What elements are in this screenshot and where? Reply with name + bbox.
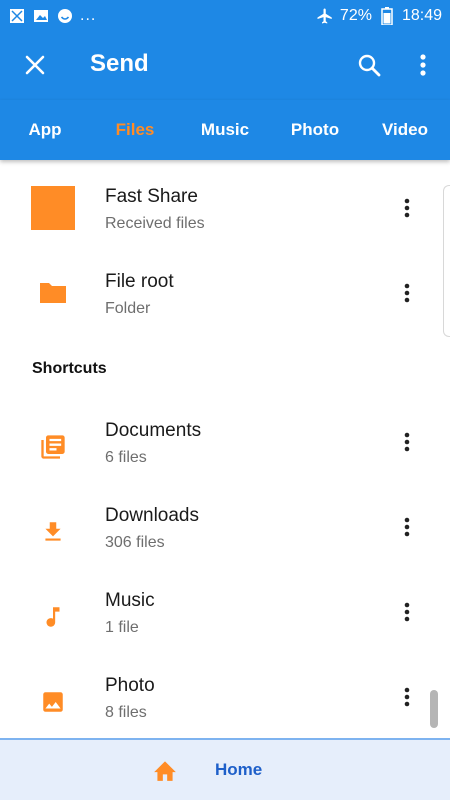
image-icon	[32, 7, 50, 25]
item-title: Documents	[105, 420, 202, 441]
item-menu-button[interactable]	[394, 677, 420, 717]
list-item-photo[interactable]: Photo 8 files	[0, 660, 450, 738]
folder-icon	[31, 271, 75, 315]
item-menu-button[interactable]	[394, 422, 420, 462]
smiley-icon	[56, 7, 74, 25]
more-notifications-indicator: ...	[80, 7, 97, 24]
send-screen: ... 72% 18:49 Send App Files Music Photo…	[0, 0, 450, 800]
more-options-button[interactable]	[408, 48, 438, 82]
search-icon	[358, 54, 381, 77]
more-vert-icon	[404, 432, 410, 452]
battery-icon	[378, 7, 396, 25]
list-item-documents[interactable]: Documents 6 files	[0, 405, 450, 490]
close-icon	[25, 55, 45, 75]
item-title: Fast Share	[105, 186, 198, 207]
item-title: Music	[105, 590, 155, 611]
airplane-mode-icon	[316, 7, 334, 25]
more-vert-icon	[404, 517, 410, 537]
documents-icon	[31, 425, 75, 469]
file-list: Fast Share Received files File root Fold…	[0, 160, 450, 738]
tab-files[interactable]: Files	[90, 100, 180, 160]
category-tabs: App Files Music Photo Video	[0, 100, 450, 160]
bottom-bar: Home	[0, 738, 450, 800]
item-subtitle: Received files	[105, 215, 205, 232]
fast-share-square-icon	[31, 186, 75, 230]
more-vert-icon	[404, 602, 410, 622]
more-vert-icon	[404, 687, 410, 707]
item-subtitle: 6 files	[105, 449, 147, 466]
music-note-icon	[31, 595, 75, 639]
battery-percent: 72%	[339, 7, 372, 24]
scrollbar-thumb[interactable]	[430, 690, 438, 728]
list-item-downloads[interactable]: Downloads 306 files	[0, 490, 450, 575]
search-button[interactable]	[352, 48, 386, 82]
status-bar-right: 72% 18:49	[316, 7, 442, 25]
tab-photo[interactable]: Photo	[270, 100, 360, 160]
tab-app[interactable]: App	[0, 100, 90, 160]
app-bar: Send	[0, 32, 450, 100]
item-subtitle: 306 files	[105, 534, 165, 551]
list-item-music[interactable]: Music 1 file	[0, 575, 450, 660]
list-item-file-root[interactable]: File root Folder	[0, 245, 450, 330]
download-icon	[31, 510, 75, 554]
home-label: Home	[215, 760, 263, 779]
more-vert-icon	[404, 198, 410, 218]
home-icon	[150, 755, 180, 785]
item-subtitle: Folder	[105, 300, 151, 317]
item-menu-button[interactable]	[394, 188, 420, 228]
clock: 18:49	[401, 7, 442, 24]
more-vert-icon	[420, 54, 426, 76]
item-title: File root	[105, 271, 174, 292]
list-item-fast-share[interactable]: Fast Share Received files	[0, 160, 450, 245]
item-menu-button[interactable]	[394, 592, 420, 632]
tab-video[interactable]: Video	[360, 100, 450, 160]
gallery-notification-icon	[8, 7, 26, 25]
section-header-shortcuts: Shortcuts	[32, 360, 107, 377]
close-button[interactable]	[20, 50, 50, 80]
item-menu-button[interactable]	[394, 507, 420, 547]
item-subtitle: 8 files	[105, 704, 147, 721]
item-title: Photo	[105, 675, 155, 696]
item-title: Downloads	[105, 505, 199, 526]
status-bar: ... 72% 18:49	[0, 0, 450, 32]
more-vert-icon	[404, 283, 410, 303]
image-icon	[31, 680, 75, 724]
status-bar-left: ...	[8, 7, 96, 25]
scroll-indicator	[443, 185, 450, 337]
tab-music[interactable]: Music	[180, 100, 270, 160]
item-subtitle: 1 file	[105, 619, 139, 636]
page-title: Send	[90, 50, 149, 77]
home-button[interactable]: Home	[150, 750, 300, 790]
item-menu-button[interactable]	[394, 273, 420, 313]
